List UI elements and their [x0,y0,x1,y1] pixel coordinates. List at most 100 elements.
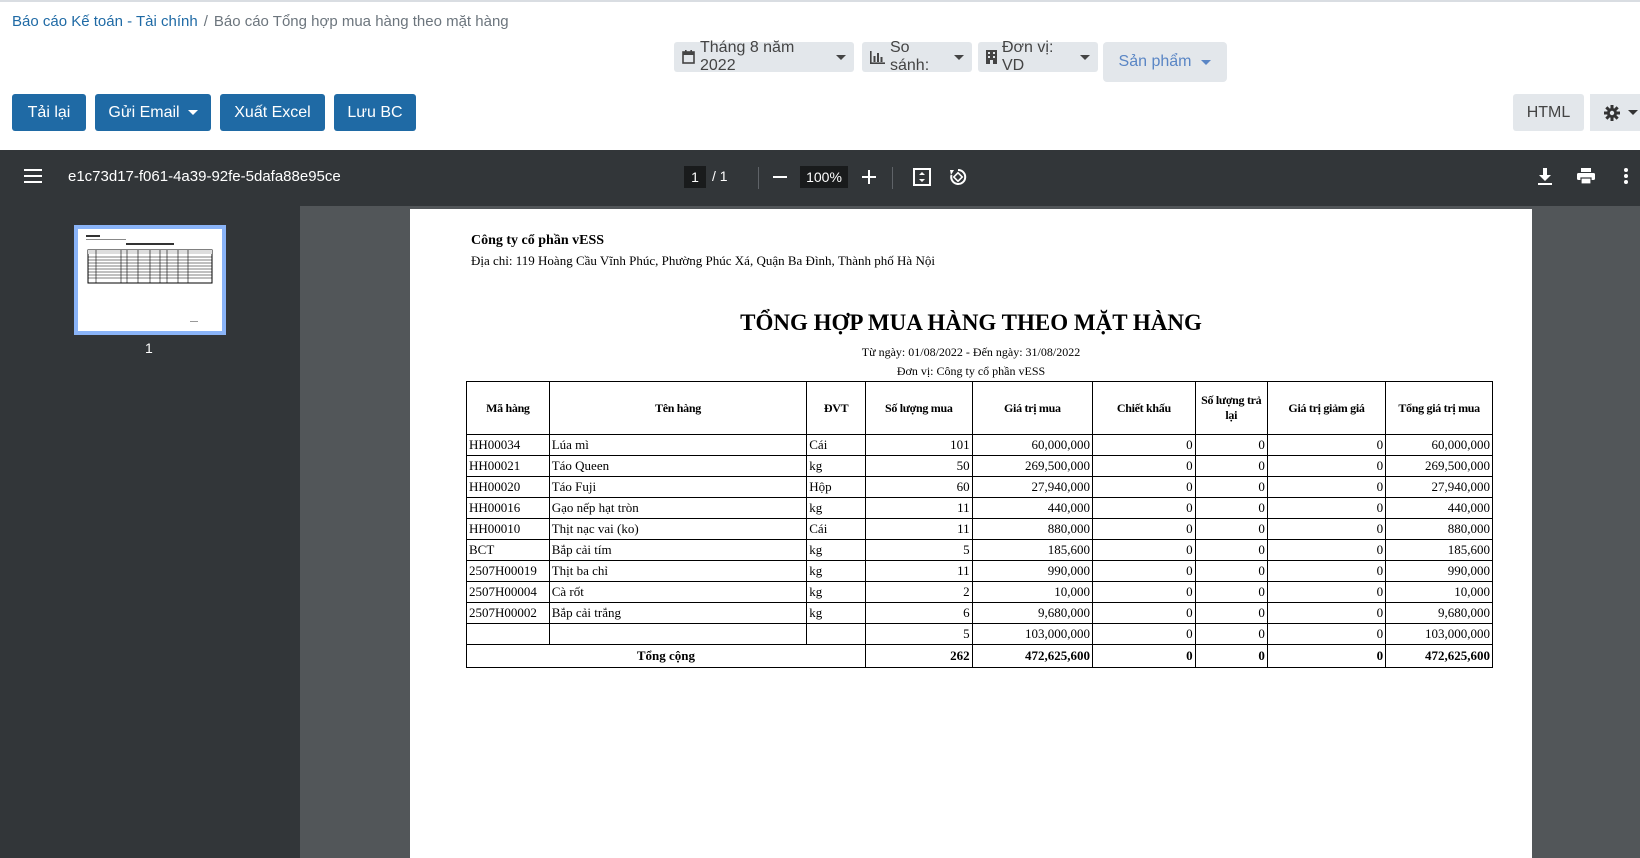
table-cell: 2507H00002 [466,602,550,624]
table-cell: 0 [1266,518,1387,540]
table-cell: 103,000,000 [1385,623,1493,645]
table-row: HH00016 Gạo nếp hạt tròn kg 11 440,000 0 0 0 440… [466,497,1493,519]
table-cell: 0 [1194,581,1268,603]
table-cell: 440,000 [971,497,1094,519]
download-icon[interactable] [1538,168,1552,185]
table-cell: 185,600 [971,539,1094,561]
zoom-input[interactable]: 100% [800,166,848,188]
table-row: 2507H00002 Bắp cải trắng kg 6 9,680,000 0 0 0 9,… [466,602,1493,624]
settings-dropdown-button[interactable] [1590,94,1640,131]
table-cell: kg [806,602,866,624]
table-cell: 990,000 [1385,560,1493,582]
period-filter-label: Tháng 8 năm 2022 [700,39,795,74]
page-thumbnail[interactable] [74,225,226,335]
period-filter[interactable]: Tháng 8 năm 2022 [674,39,854,74]
table-cell: 11 [864,518,973,540]
total-label: Tổng cộng [466,644,866,668]
table-cell: 0 [1266,581,1387,603]
table-cell: 5 [864,623,973,645]
table-cell: 27,940,000 [1385,476,1493,498]
zoom-out-icon[interactable] [773,176,787,178]
html-button-label: HTML [1526,103,1571,121]
top-border [0,0,1640,2]
table-cell: Thịt nạc vai (ko) [548,518,808,540]
product-filter-label: Sản phẩm [1118,53,1192,70]
html-button[interactable]: HTML [1513,94,1584,131]
reload-button[interactable]: Tải lại [12,94,86,131]
export-excel-button[interactable]: Xuất Excel [220,94,325,131]
table-cell: 269,500,000 [1385,455,1493,477]
fit-page-icon[interactable] [913,168,931,186]
table-cell: 2507H00019 [466,560,550,582]
total-cell: 472,625,600 [971,644,1094,668]
total-cell: 0 [1092,644,1196,668]
unit-filter-label: Đơn vị: VD [1002,39,1054,74]
table-cell: kg [806,560,866,582]
table-cell: HH00016 [466,497,550,519]
chevron-down-icon [1080,54,1090,60]
table-cell: 0 [1092,602,1196,624]
breadcrumb-separator: / [203,13,208,30]
table-cell: Táo Queen [548,455,808,477]
product-filter[interactable]: Sản phẩm [1103,42,1227,82]
table-row: 5 103,000,000 0 0 0 103,000,000 [466,623,1493,645]
table-row: 2507H00004 Cà rốt kg 2 10,000 0 0 0 10,000 [466,581,1493,603]
column-header: Tên hàng [548,381,808,435]
table-cell: 9,680,000 [971,602,1094,624]
table-cell: HH00020 [466,476,550,498]
pdf-viewer-toolbar: e1c73d17-f061-4a39-92fe-5dafa88e95ce 1 /… [0,150,1640,206]
toolbar-divider [892,167,893,189]
table-cell: 0 [1266,602,1387,624]
table-header-row: Mã hàng Tên hàng ĐVT Số lượng mua Giá tr… [466,381,1493,435]
rotate-icon[interactable] [948,167,968,187]
building-icon [986,50,997,64]
report-table: Mã hàng Tên hàng ĐVT Số lượng mua Giá tr… [466,381,1493,668]
table-cell: kg [806,455,866,477]
chevron-down-icon [954,54,964,60]
table-row: HH00020 Táo Fuji Hộp 60 27,940,000 0 0 0 27,940,… [466,476,1493,498]
bar-chart-icon [870,50,885,64]
table-cell: 60,000,000 [1385,434,1493,456]
company-name: Công ty cổ phần vESS [471,233,605,248]
column-header: Số lượng mua [864,381,973,435]
table-cell: 0 [1092,539,1196,561]
column-header: ĐVT [806,381,866,435]
breadcrumb-root-link[interactable]: Báo cáo Kế toán - Tài chính [12,13,198,30]
toolbar-divider [758,167,759,189]
table-cell: Bắp cải tím [548,539,808,561]
table-cell: 0 [1266,455,1387,477]
table-cell: 6 [864,602,973,624]
table-cell: 0 [1194,623,1268,645]
total-cell: 0 [1194,644,1268,668]
print-icon[interactable] [1577,168,1595,184]
gear-icon [1604,104,1620,121]
column-header: Chiết khấu [1092,381,1196,435]
table-cell: 0 [1194,518,1268,540]
more-options-icon[interactable] [1624,168,1628,184]
table-cell: Cái [806,434,866,456]
zoom-in-icon[interactable] [862,170,876,184]
unit-filter[interactable]: Đơn vị: VD [978,39,1098,74]
menu-icon[interactable] [24,169,42,188]
table-cell: 11 [864,560,973,582]
table-cell [806,623,866,645]
send-email-button[interactable]: Gửi Email [95,94,211,131]
table-cell: 269,500,000 [971,455,1094,477]
pdf-page: Công ty cổ phần vESS Địa chỉ: 119 Hoàng … [410,209,1532,858]
save-report-button[interactable]: Lưu BC [334,94,416,131]
column-header: Giá trị mua [971,381,1094,435]
table-cell: 50 [864,455,973,477]
pdf-filename: e1c73d17-f061-4a39-92fe-5dafa88e95ce [68,168,341,185]
table-cell: 0 [1266,476,1387,498]
total-cell: 0 [1266,644,1387,668]
compare-filter[interactable]: So sánh: [862,39,972,74]
column-header: Tổng giá trị mua [1385,381,1493,435]
table-cell: kg [806,497,866,519]
chevron-down-icon [187,110,198,115]
table-cell: 9,680,000 [1385,602,1493,624]
table-cell: 185,600 [1385,539,1493,561]
table-cell: Bắp cải trắng [548,602,808,624]
page-number-input[interactable]: 1 [684,166,706,188]
table-row: HH00021 Táo Queen kg 50 269,500,000 0 0 0 269,50… [466,455,1493,477]
table-cell: 0 [1194,476,1268,498]
